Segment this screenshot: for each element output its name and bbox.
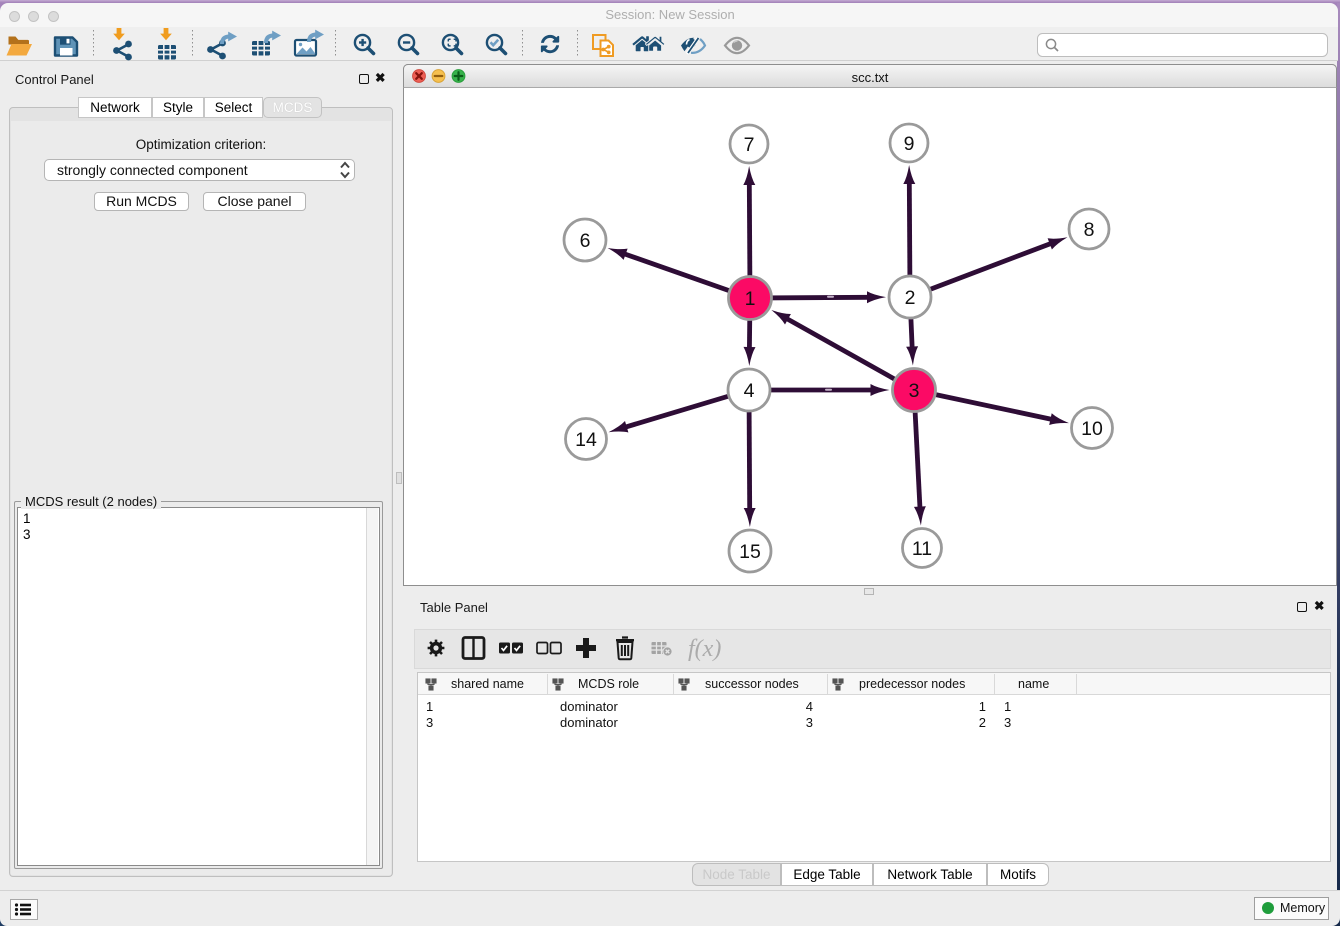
svg-text:1: 1	[745, 288, 756, 310]
svg-text:11: 11	[912, 538, 932, 560]
svg-text:9: 9	[904, 133, 915, 155]
svg-text:2: 2	[905, 287, 916, 309]
svg-text:14: 14	[575, 429, 597, 451]
svg-text:3: 3	[909, 380, 920, 402]
svg-text:6: 6	[580, 230, 591, 252]
svg-text:8: 8	[1084, 219, 1095, 241]
svg-text:15: 15	[739, 541, 761, 563]
svg-text:10: 10	[1081, 418, 1103, 440]
svg-text:f(x): f(x)	[688, 636, 721, 662]
svg-text:7: 7	[744, 134, 755, 156]
svg-text:4: 4	[744, 380, 755, 402]
